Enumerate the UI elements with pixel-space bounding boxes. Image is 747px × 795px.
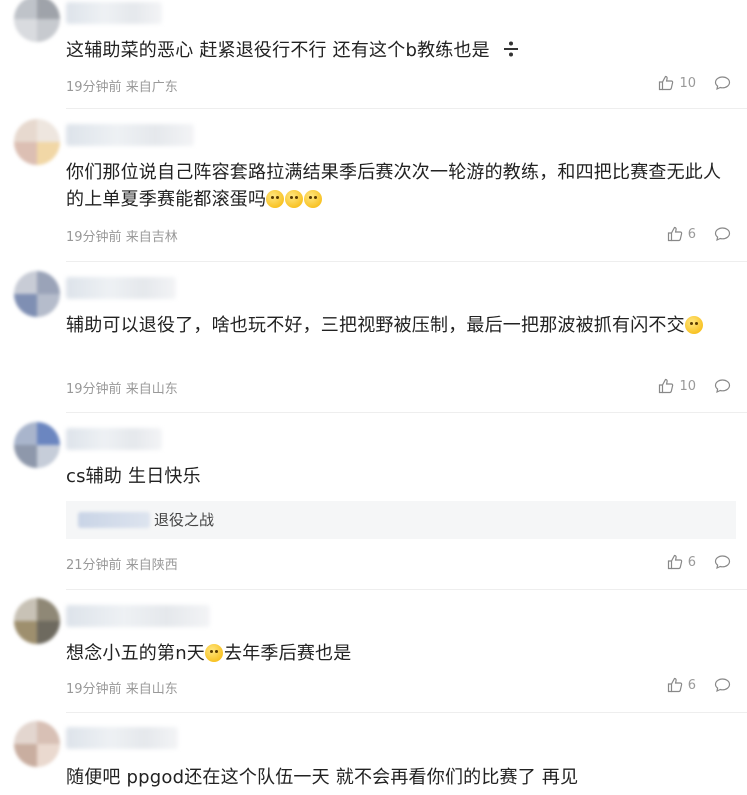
comment-meta: 21分钟前 来自陕西	[66, 558, 178, 573]
avatar[interactable]	[14, 721, 60, 767]
comment-bubble-icon[interactable]	[714, 677, 731, 693]
face-emoji-icon	[205, 644, 224, 662]
thumbs-up-icon	[667, 677, 683, 693]
divider	[66, 261, 747, 262]
division-sign-icon	[502, 39, 520, 66]
comment-text: cs辅助 生日快乐	[66, 466, 201, 487]
divider	[66, 412, 747, 413]
like-button[interactable]: 10	[658, 378, 696, 394]
thumbs-up-icon	[667, 554, 683, 570]
comment-meta: 19分钟前 来自山东	[66, 682, 178, 697]
like-button[interactable]: 6	[667, 677, 696, 693]
username-blurred[interactable]	[66, 2, 162, 24]
face-emoji-icon	[684, 316, 703, 334]
comment-text: 随便吧 ppgod还在这个队伍一天 就不会再看你们的比赛了 再见	[66, 767, 579, 788]
avatar[interactable]	[14, 598, 60, 644]
comment-text: 你们那位说自己阵容套路拉满结果季后赛次次一轮游的教练，和四把比赛查无此人的上单夏…	[66, 162, 722, 210]
avatar[interactable]	[14, 422, 60, 468]
username-blurred[interactable]	[66, 277, 176, 299]
comment-meta: 19分钟前 来自吉林	[66, 230, 178, 245]
like-button[interactable]: 6	[667, 226, 696, 242]
like-button[interactable]: 6	[667, 554, 696, 570]
divider	[66, 108, 747, 109]
divider	[66, 589, 747, 590]
avatar[interactable]	[14, 0, 60, 42]
thumbs-up-icon	[667, 226, 683, 242]
quoted-reply[interactable]: 退役之战	[66, 501, 736, 539]
comment-bubble-icon[interactable]	[714, 226, 731, 242]
comment-text: 想念小五的第n天 去年季后赛也是	[66, 643, 352, 664]
thumbs-up-icon	[658, 75, 674, 91]
comment-meta: 19分钟前 来自广东	[66, 80, 178, 95]
comment-bubble-icon[interactable]	[714, 378, 731, 394]
comment-bubble-icon[interactable]	[714, 75, 731, 91]
quoted-username-blurred	[78, 512, 150, 528]
face-emoji-icon	[285, 190, 304, 208]
avatar[interactable]	[14, 271, 60, 317]
comment-bubble-icon[interactable]	[714, 554, 731, 570]
avatar[interactable]	[14, 119, 60, 165]
like-button[interactable]: 10	[658, 75, 696, 91]
face-emoji-icon	[304, 190, 323, 208]
username-blurred[interactable]	[66, 605, 210, 627]
face-emoji-icon	[266, 190, 285, 208]
thumbs-up-icon	[658, 378, 674, 394]
comment-text: 这辅助菜的恶心 赶紧退役行不行 还有这个b教练也是	[66, 37, 736, 66]
comment-meta: 19分钟前 来自山东	[66, 382, 178, 397]
username-blurred[interactable]	[66, 428, 162, 450]
username-blurred[interactable]	[66, 124, 194, 146]
username-blurred[interactable]	[66, 727, 178, 749]
divider	[66, 712, 747, 713]
comment-text: 辅助可以退役了，啥也玩不好，三把视野被压制，最后一把那波被抓有闪不交	[66, 312, 736, 339]
